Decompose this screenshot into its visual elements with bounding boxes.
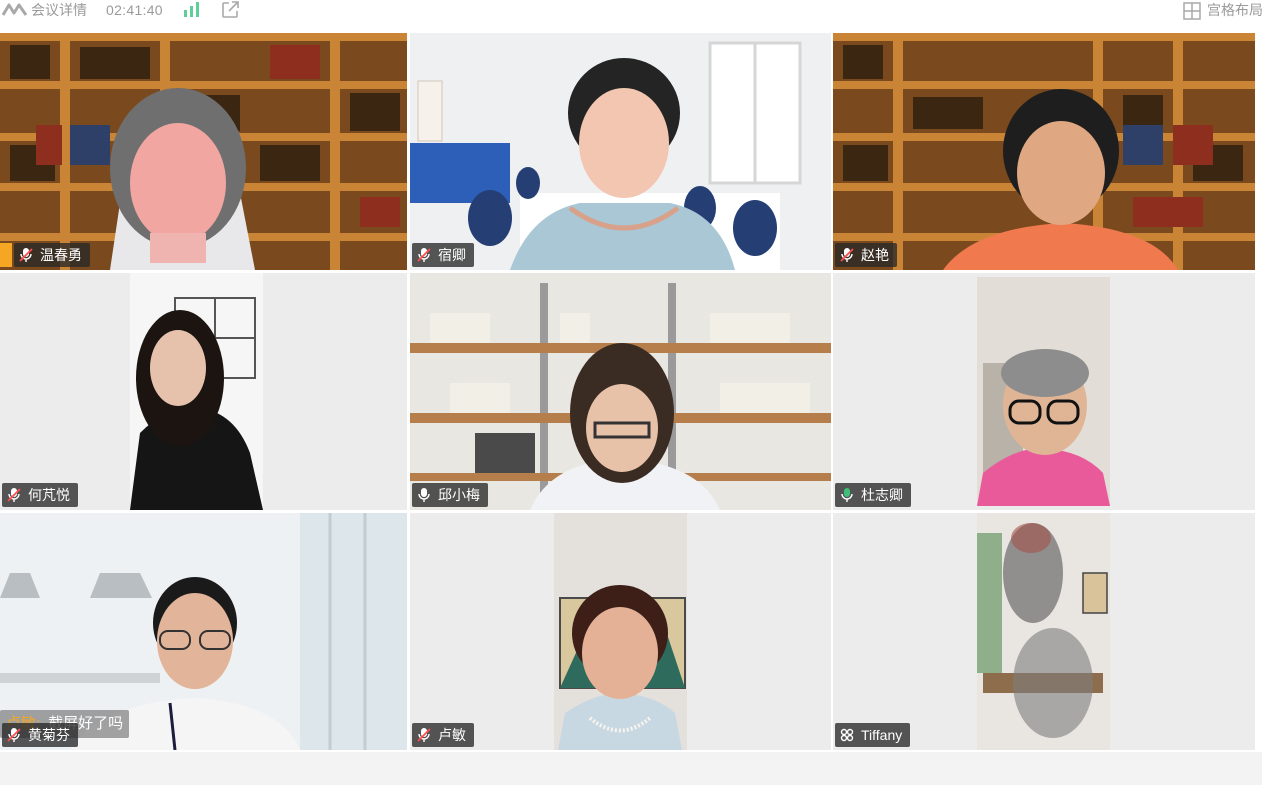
video-tile[interactable]: Tiffany	[833, 513, 1255, 750]
video-tile[interactable]: 卢敏:截屏好了吗 黄菊芬	[0, 513, 407, 750]
participant-name-tag: Tiffany	[835, 723, 911, 747]
participant-name: 宿卿	[438, 247, 466, 263]
participant-name-tag: 宿卿	[412, 243, 474, 267]
participant-name: 温春勇	[40, 247, 82, 263]
mic-muted-icon	[6, 726, 22, 742]
participant-video	[0, 273, 407, 510]
host-badge	[0, 243, 12, 267]
participant-name: 赵艳	[861, 247, 889, 263]
mic-muted-icon	[839, 246, 855, 262]
meeting-details-button[interactable]: 会议详情	[31, 0, 87, 20]
participant-video	[833, 33, 1255, 270]
network-signal-icon[interactable]	[183, 0, 201, 20]
video-grid: 温春勇 宿卿 赵艳 何芃悦 邱小梅 杜志卿 截屏好了吗 黄菊芬 卢敏 Tiffa…	[0, 33, 1262, 752]
participant-video	[0, 33, 407, 270]
mic-muted-icon	[416, 246, 432, 262]
mic-muted-icon	[416, 726, 432, 742]
video-tile[interactable]: 赵艳	[833, 33, 1255, 270]
participant-name: 杜志卿	[861, 487, 903, 503]
participant-video	[833, 513, 1255, 750]
grid-layout-button[interactable]: 宫格布局	[1183, 0, 1262, 21]
video-tile[interactable]: 邱小梅	[410, 273, 831, 510]
participant-name: 邱小梅	[438, 487, 480, 503]
mic-muted-icon	[18, 246, 34, 262]
participant-name-tag: 卢敏	[412, 723, 474, 747]
video-tile[interactable]: 温春勇	[0, 33, 407, 270]
participant-name-tag: 温春勇	[14, 243, 90, 267]
scrollbar-track[interactable]	[1255, 33, 1262, 752]
participant-video	[833, 273, 1255, 510]
link-icon	[839, 726, 855, 742]
video-tile[interactable]: 何芃悦	[0, 273, 407, 510]
participant-name: Tiffany	[861, 727, 903, 743]
participant-name-tag: 邱小梅	[412, 483, 488, 507]
participant-video	[410, 273, 831, 510]
mic-speaking-icon	[839, 486, 855, 502]
participant-video	[410, 33, 831, 270]
app-logo-icon	[1, 0, 28, 20]
video-tile-active-speaker[interactable]: 杜志卿	[833, 273, 1255, 510]
participant-name-tag: 杜志卿	[835, 483, 911, 507]
meeting-timer: 02:41:40	[106, 2, 163, 18]
participant-name-tag: 黄菊芬	[2, 723, 78, 747]
top-bar: 会议详情 02:41:40 宫格布局	[0, 0, 1262, 33]
participant-name: 何芃悦	[28, 487, 70, 503]
participant-name-tag: 赵艳	[835, 243, 897, 267]
share-external-icon[interactable]	[220, 0, 240, 20]
participant-name: 黄菊芬	[28, 727, 70, 743]
video-tile[interactable]: 卢敏	[410, 513, 831, 750]
participant-video	[410, 513, 831, 750]
mic-muted-icon	[6, 486, 22, 502]
bottom-strip	[0, 752, 1262, 785]
participant-name-tag: 何芃悦	[2, 483, 78, 507]
grid-layout-icon	[1183, 2, 1201, 21]
video-tile[interactable]: 宿卿	[410, 33, 831, 270]
grid-layout-label: 宫格布局	[1207, 2, 1262, 18]
mic-on-icon	[416, 486, 432, 502]
participant-name: 卢敏	[438, 727, 466, 743]
